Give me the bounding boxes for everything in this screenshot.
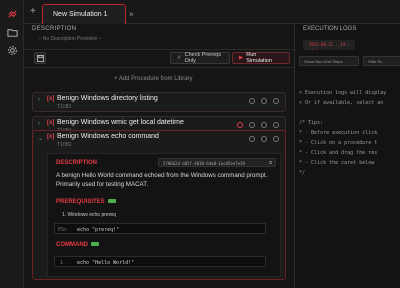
procedure-card-expanded[interactable]: ⌄ [x] Benign Windows echo command T1059 … bbox=[32, 130, 286, 280]
chevron-down-icon[interactable]: ⌄ bbox=[38, 135, 43, 142]
procedure-title: Benign Windows echo command bbox=[57, 133, 159, 140]
hide-button[interactable]: Hide Ro bbox=[363, 56, 400, 66]
toggle-icon[interactable] bbox=[273, 98, 279, 104]
log-line: * - Before execution click bbox=[299, 130, 378, 136]
run-simulation-button[interactable]: ▶ Run Simulation bbox=[232, 52, 290, 64]
toggle-icon[interactable] bbox=[261, 136, 267, 142]
procedure-details: DESCRIPTION 5706624-a05f-4010-b4a8-1acd5… bbox=[47, 153, 281, 277]
gear-icon[interactable] bbox=[6, 44, 18, 56]
procedure-id: T1083 bbox=[57, 104, 72, 110]
check-prereqs-button[interactable]: ✓ Check Prereqs Only bbox=[170, 52, 230, 64]
save-button[interactable] bbox=[34, 52, 46, 64]
save-icon bbox=[36, 54, 44, 62]
divider bbox=[24, 49, 294, 50]
toggle-icon[interactable] bbox=[249, 122, 255, 128]
procedure-card[interactable]: › [x] Benign Windows directory listing T… bbox=[32, 92, 286, 112]
log-line: * - Click and drag the res bbox=[299, 150, 378, 156]
procedure-id: T1059 bbox=[57, 142, 72, 148]
prereq-item: 1. Windows echo prereq bbox=[62, 212, 116, 218]
toggle-icon[interactable] bbox=[273, 136, 279, 142]
prerequisites-label: PREREQUISITES bbox=[56, 199, 116, 205]
prereq-code-block[interactable]: PS> echo "prereq!" bbox=[54, 223, 266, 234]
simulation-editor: DESCRIPTION -- No Description Provided -… bbox=[24, 24, 294, 288]
procedure-controls bbox=[237, 122, 279, 128]
procedure-title: Benign Windows wmic get local datetime bbox=[57, 119, 184, 126]
add-procedure-button[interactable]: + Add Procedure from Library bbox=[114, 76, 193, 82]
procedure-title: Benign Windows directory listing bbox=[57, 95, 158, 102]
status-badge bbox=[91, 242, 99, 247]
toggle-icon[interactable] bbox=[249, 136, 255, 142]
command-code-block[interactable]: 1 echo "Hello World!" bbox=[54, 256, 266, 267]
procedure-tag: [x] bbox=[47, 134, 55, 140]
toggle-icon[interactable] bbox=[261, 122, 267, 128]
execution-logs-panel: EXECUTION LOGS 2025-06-21 · 14:--:-- Sho… bbox=[294, 24, 400, 288]
log-line: > Execution logs will display bbox=[299, 90, 387, 96]
flask-icon[interactable] bbox=[6, 8, 18, 20]
chevron-right-icon[interactable]: › bbox=[38, 121, 40, 127]
check-icon: ✓ bbox=[177, 55, 182, 61]
app-window: + New Simulation 1 × DESCRIPTION -- No D… bbox=[0, 0, 400, 288]
play-icon: ▶ bbox=[239, 55, 244, 61]
toggle-icon[interactable] bbox=[261, 98, 267, 104]
procedure-description: A benign Hello World command echoed from… bbox=[56, 172, 268, 188]
status-badge bbox=[107, 199, 116, 204]
toggle-icon[interactable] bbox=[273, 122, 279, 128]
description-placeholder[interactable]: -- No Description Provided -- bbox=[38, 36, 101, 42]
close-icon[interactable]: × bbox=[129, 10, 134, 19]
divider bbox=[24, 67, 294, 68]
tab-bar: + New Simulation 1 × bbox=[24, 0, 400, 24]
procedure-controls bbox=[249, 136, 279, 142]
copy-icon[interactable]: ⧉ bbox=[269, 160, 272, 165]
toggle-icon[interactable] bbox=[249, 98, 255, 104]
procedure-tag: [x] bbox=[47, 120, 55, 126]
chevron-right-icon[interactable]: › bbox=[38, 97, 40, 103]
log-line: * - Click the caret below bbox=[299, 160, 375, 166]
timer-icon[interactable] bbox=[237, 122, 243, 128]
new-tab-button[interactable]: + bbox=[30, 6, 36, 18]
uuid-field[interactable]: 5706624-a05f-4010-b4a8-1acd5ee7e39 ⧉ bbox=[158, 158, 276, 167]
log-line: * - Click on a procedure t bbox=[299, 140, 378, 146]
procedure-tag: [x] bbox=[47, 96, 55, 102]
log-line: > Or if available, select an bbox=[299, 100, 384, 106]
icon-rail bbox=[0, 0, 24, 288]
log-line: /* Tips: bbox=[299, 120, 324, 126]
log-line: */ bbox=[299, 170, 306, 176]
description-header: DESCRIPTION bbox=[32, 26, 77, 32]
procedure-controls bbox=[249, 98, 279, 104]
logs-header: EXECUTION LOGS bbox=[303, 26, 357, 32]
folder-icon[interactable] bbox=[6, 26, 18, 38]
command-label: COMMAND bbox=[56, 242, 99, 248]
description-label: DESCRIPTION bbox=[56, 160, 98, 166]
tab-label: New Simulation 1 bbox=[53, 11, 108, 18]
show-steps-button[interactable]: Show Non-Dmt Steps bbox=[299, 56, 359, 66]
log-session-tab[interactable]: 2025-06-21 · 14:--:-- bbox=[303, 40, 355, 52]
tab-simulation[interactable]: New Simulation 1 × bbox=[42, 4, 134, 24]
